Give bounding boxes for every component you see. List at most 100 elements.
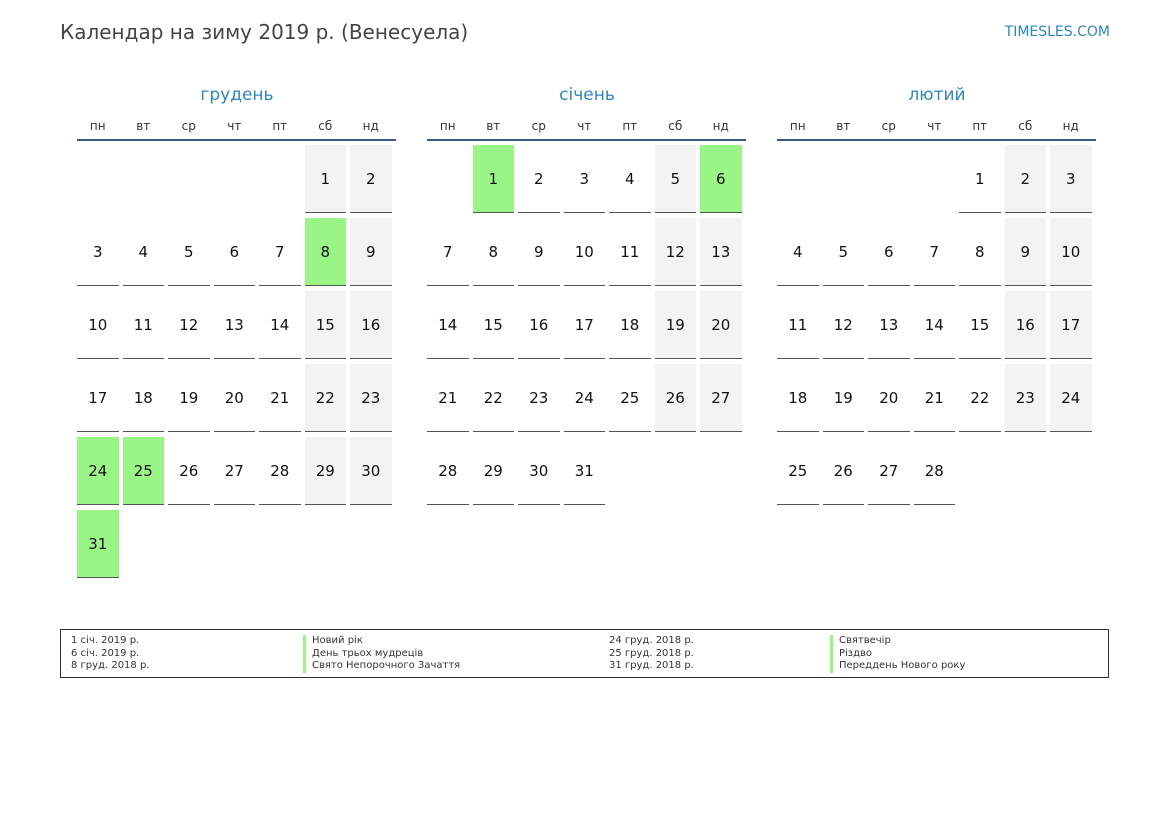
day-cell: 20 bbox=[868, 364, 910, 432]
month-calendar: січень пн вт ср чт пт сб нд 1 2 3 4 5 6 7 8 9 10 11 12 13 1… bbox=[427, 84, 746, 505]
day-cell: 29 bbox=[472, 437, 514, 505]
day-cell: 13 bbox=[213, 291, 255, 359]
day-cell: 27 bbox=[700, 364, 742, 432]
empty-cell bbox=[823, 145, 865, 213]
day-cell: 5 bbox=[168, 218, 210, 286]
day-cell: 18 bbox=[609, 291, 651, 359]
day-cell: 24 bbox=[1050, 364, 1092, 432]
weekday-label: ср bbox=[181, 119, 196, 133]
day-cell: 14 bbox=[427, 291, 469, 359]
day-cell: 26 bbox=[822, 437, 864, 505]
weekday-label: пт bbox=[972, 119, 988, 133]
day-cell: 8 bbox=[959, 218, 1001, 286]
day-cell: 4 bbox=[777, 218, 819, 286]
legend-holiday-name: Переддень Нового року bbox=[830, 660, 965, 673]
legend-dates-right: 24 груд. 2018 р. 25 груд. 2018 р. 31 гру… bbox=[609, 635, 694, 673]
month-calendar: грудень пн вт ср чт пт сб нд 1 2 3 4 5 6 7 8 9 10 11 12 13… bbox=[77, 84, 396, 578]
legend-date: 31 груд. 2018 р. bbox=[609, 660, 694, 671]
weekday-header: пн вт ср чт пт сб нд bbox=[77, 108, 396, 141]
day-cell: 15 bbox=[472, 291, 514, 359]
weekday-label: вт bbox=[486, 119, 501, 133]
day-cell: 16 bbox=[350, 291, 392, 359]
holiday-legend: 1 січ. 2019 р. 6 січ. 2019 р. 8 груд. 20… bbox=[60, 629, 1109, 678]
day-cell: 13 bbox=[700, 218, 742, 286]
day-cell: 21 bbox=[427, 364, 469, 432]
day-cell: 29 bbox=[304, 437, 346, 505]
empty-cell bbox=[259, 145, 301, 213]
legend-date: 6 січ. 2019 р. bbox=[71, 647, 140, 659]
day-cell: 12 bbox=[168, 291, 210, 359]
day-cell: 19 bbox=[168, 364, 210, 432]
day-cell: 11 bbox=[777, 291, 819, 359]
empty-cell bbox=[868, 145, 910, 213]
day-cell-holiday: 1 bbox=[472, 145, 514, 213]
legend-holiday-name: Святвечір bbox=[830, 635, 965, 648]
weekday-label: ср bbox=[531, 119, 546, 133]
day-cell: 27 bbox=[868, 437, 910, 505]
empty-cell bbox=[777, 145, 819, 213]
brand-link[interactable]: TIMESLES.COM bbox=[1005, 24, 1110, 40]
weekday-label: сб bbox=[318, 119, 333, 133]
weekday-header: пн вт ср чт пт сб нд bbox=[777, 108, 1096, 141]
weekday-label: чт bbox=[927, 119, 942, 133]
empty-cell bbox=[214, 145, 256, 213]
day-cell: 20 bbox=[213, 364, 255, 432]
day-cell: 2 bbox=[1004, 145, 1046, 213]
legend-dates-left: 1 січ. 2019 р. 6 січ. 2019 р. 8 груд. 20… bbox=[71, 635, 150, 673]
day-cell: 4 bbox=[122, 218, 164, 286]
day-cell: 14 bbox=[259, 291, 301, 359]
day-cell: 25 bbox=[609, 364, 651, 432]
weekday-label: чт bbox=[577, 119, 592, 133]
day-cell-holiday: 31 bbox=[77, 510, 119, 578]
day-cell: 17 bbox=[1050, 291, 1092, 359]
page-title: Календар на зиму 2019 р. (Венесуела) bbox=[60, 20, 469, 44]
legend-date: 25 груд. 2018 р. bbox=[609, 647, 694, 659]
empty-cell bbox=[914, 145, 956, 213]
day-cell: 9 bbox=[1004, 218, 1046, 286]
day-cell: 19 bbox=[822, 364, 864, 432]
day-cell: 7 bbox=[913, 218, 955, 286]
weekday-label: ср bbox=[881, 119, 896, 133]
legend-holiday-name: Новий рік bbox=[303, 635, 460, 648]
day-cell: 4 bbox=[609, 145, 651, 213]
day-grid: 1 2 3 4 5 6 7 8 9 10 11 12 13 14 15 16 17 18 19 20 21 22 23 24 2… bbox=[427, 145, 746, 505]
day-cell: 10 bbox=[77, 291, 119, 359]
day-cell: 9 bbox=[518, 218, 560, 286]
weekday-label: сб bbox=[668, 119, 683, 133]
weekday-label: пт bbox=[622, 119, 638, 133]
day-cell: 10 bbox=[1050, 218, 1092, 286]
day-cell: 11 bbox=[609, 218, 651, 286]
weekday-label: сб bbox=[1018, 119, 1033, 133]
day-cell: 17 bbox=[563, 291, 605, 359]
month-title: січень bbox=[559, 85, 615, 105]
day-cell: 8 bbox=[472, 218, 514, 286]
day-cell-holiday: 25 bbox=[122, 437, 164, 505]
day-cell: 2 bbox=[518, 145, 560, 213]
empty-cell bbox=[77, 145, 119, 213]
day-cell: 15 bbox=[959, 291, 1001, 359]
day-cell: 21 bbox=[259, 364, 301, 432]
weekday-label: нд bbox=[1062, 119, 1079, 133]
legend-names-right: Святвечір Різдво Переддень Нового року bbox=[830, 635, 965, 673]
day-cell: 12 bbox=[654, 218, 696, 286]
day-cell: 5 bbox=[654, 145, 696, 213]
day-cell: 27 bbox=[213, 437, 255, 505]
day-cell: 12 bbox=[822, 291, 864, 359]
legend-holiday-name: День трьох мудреців bbox=[303, 647, 460, 660]
day-cell: 25 bbox=[777, 437, 819, 505]
day-cell: 16 bbox=[1004, 291, 1046, 359]
day-cell: 5 bbox=[822, 218, 864, 286]
day-cell: 13 bbox=[868, 291, 910, 359]
day-cell: 3 bbox=[1050, 145, 1092, 213]
day-cell: 31 bbox=[563, 437, 605, 505]
day-cell: 26 bbox=[168, 437, 210, 505]
weekday-label: вт bbox=[136, 119, 151, 133]
weekday-label: пт bbox=[272, 119, 288, 133]
legend-holiday-name: Різдво bbox=[830, 647, 965, 660]
day-cell-holiday: 6 bbox=[700, 145, 742, 213]
weekday-label: нд bbox=[712, 119, 729, 133]
month-calendar: лютий пн вт ср чт пт сб нд 1 2 3 4 5 6 7 8 9 10 11 12 13 14… bbox=[777, 84, 1096, 505]
weekday-label: нд bbox=[362, 119, 379, 133]
day-cell: 23 bbox=[350, 364, 392, 432]
day-cell: 21 bbox=[913, 364, 955, 432]
